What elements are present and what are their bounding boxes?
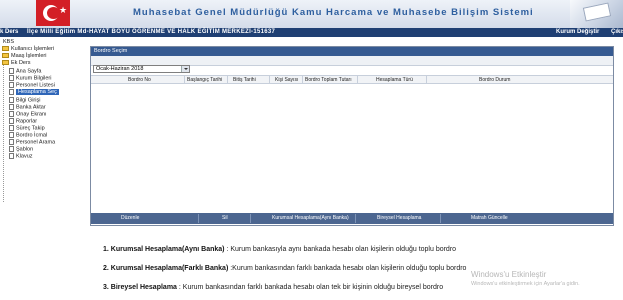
module-name: k Ders (0, 29, 19, 35)
bordro-secim-panel: Bordro Seçim Ocak-Haziran 2018 Bordro No… (90, 46, 614, 226)
column-header-bitis-tarihi[interactable]: Bitiş Tarihi (233, 76, 256, 84)
sidebar-item-label: Onay Ekranı (16, 111, 47, 118)
app-title: Muhasebat Genel Müdürlüğü Kamu Harcama v… (133, 7, 534, 18)
page-icon (9, 139, 14, 145)
change-institution-link[interactable]: Kurum Değiştir (556, 28, 599, 37)
edit-button[interactable]: Düzenle (121, 213, 139, 224)
description-item: 3. Bireysel Hesaplama : Kurum bankasında… (103, 284, 443, 291)
button-divider (198, 214, 199, 223)
description-text: : Kurum bankasından farklı bankada hesab… (176, 284, 444, 291)
sidebar-item-label: Personel Listesi (16, 82, 55, 89)
page-icon (9, 75, 14, 81)
column-divider (269, 76, 270, 84)
panel-title: Bordro Seçim (94, 48, 128, 54)
column-divider (302, 76, 303, 84)
description-label: 1. Kurumsal Hesaplama(Aynı Banka) (103, 246, 225, 253)
sidebar-item-label: Bordro İcmal (16, 132, 48, 139)
column-divider (426, 76, 427, 84)
column-header-kisi-sayisi[interactable]: Kişi Sayısı (275, 76, 298, 84)
column-header-bordro-durum[interactable]: Bordro Durum (479, 76, 510, 84)
header-decoration-image (570, 0, 623, 28)
turkish-flag-logo: ★ (36, 0, 70, 26)
logout-link[interactable]: Çıkış (611, 28, 623, 37)
page-icon (9, 97, 14, 103)
description-item: 1. Kurumsal Hesaplama(Aynı Banka) : Kuru… (103, 246, 456, 253)
page-icon (9, 104, 14, 110)
page-icon (9, 111, 14, 117)
delete-button[interactable]: Sil (222, 213, 228, 224)
grid-header: Bordro No Başlangıç Tarihi Bitiş Tarihi … (91, 75, 613, 84)
activation-watermark-text: Windows'u etkinleştirmek için Ayarlar'a … (471, 281, 580, 287)
grid-body (91, 84, 613, 212)
page-icon (9, 118, 14, 124)
star-icon: ★ (59, 5, 68, 15)
sidebar-item-label-selected: Hesaplama Seç (16, 89, 59, 96)
sidebar-item-hesaplama-sec[interactable]: Hesaplama Seç (9, 89, 59, 96)
description-label: 3. Bireysel Hesaplama (103, 284, 177, 291)
button-divider (250, 214, 251, 223)
sidebar-item-label: Bilgi Girişi (16, 97, 41, 104)
period-select-value: Ocak-Haziran 2018 (96, 66, 144, 72)
column-header-baslangic-tarihi[interactable]: Başlangıç Tarihi (187, 76, 222, 84)
column-divider (184, 76, 185, 84)
folder-kullanici-islemleri[interactable]: Kullanıcı İşlemleri (2, 46, 54, 53)
sidebar-item-label: Süreç Takip (16, 125, 45, 132)
panel-header: Bordro Seçim (91, 47, 613, 56)
sidebar-item-label: Kurum Bilgileri (16, 75, 52, 82)
sidebar-item-label: Personel Arama (16, 139, 56, 146)
page-icon (9, 125, 14, 131)
sidebar-item-label: Raporlar (16, 118, 38, 125)
header-banner: ★ Muhasebat Genel Müdürlüğü Kamu Harcama… (0, 0, 623, 28)
page-icon (9, 146, 14, 152)
kurumsal-hesaplama-button[interactable]: Kurumsal Hesaplama(Aynı Banka) (272, 213, 349, 224)
sidebar-item-label: Banka Aktar (16, 104, 46, 111)
folder-label: Kullanıcı İşlemleri (11, 46, 55, 52)
folder-maas-islemleri[interactable]: Maaş İşlemleri (2, 53, 46, 60)
description-item: 2. Kurumsal Hesaplama(Farklı Banka) :Kur… (103, 265, 466, 272)
folder-open-icon (2, 60, 9, 66)
bireysel-hesaplama-button[interactable]: Bireysel Hesaplama (377, 213, 421, 224)
folder-ek-ders[interactable]: Ek Ders (2, 60, 31, 67)
sidebar-item-label: Klavuz (16, 153, 33, 160)
sidebar-item-label: Ana Sayfa (16, 68, 42, 75)
column-divider (227, 76, 228, 84)
page-icon (9, 82, 14, 88)
sidebar-item-klavuz[interactable]: Klavuz (9, 153, 33, 160)
page-icon (9, 68, 14, 74)
sidebar-item-label: Şablon (16, 146, 34, 153)
column-header-hesaplama-turu[interactable]: Hesaplama Türü (376, 76, 413, 84)
column-header-bordro-no[interactable]: Bordro No (128, 76, 151, 84)
period-select[interactable]: Ocak-Haziran 2018 (93, 65, 190, 73)
button-divider (440, 214, 441, 223)
panel-footer-toolbar: Düzenle Sil Kurumsal Hesaplama(Aynı Bank… (91, 213, 613, 224)
institution-name: İlçe Milli Eğitim Md-HAYAT BOYU ÖĞRENME … (27, 29, 276, 35)
tree-connector (3, 62, 4, 202)
folder-label: Ek Ders (11, 60, 31, 66)
tree-root: KBS (3, 39, 15, 45)
page-icon (9, 89, 14, 95)
activation-watermark-title: Windows'u Etkinleştir (471, 270, 547, 279)
description-text: : Kurum bankasıyla aynı bankada hesabı o… (224, 246, 457, 253)
description-label: 2. Kurumsal Hesaplama(Farklı Banka) (103, 265, 229, 272)
folder-label: Maaş İşlemleri (11, 53, 47, 59)
info-bar: k Ders İlçe Milli Eğitim Md-HAYAT BOYU Ö… (0, 28, 623, 37)
page-icon (9, 132, 14, 138)
description-text: :Kurum bankasından farklı bankada hesabı… (228, 265, 467, 272)
matrah-guncelle-button[interactable]: Matrah Güncelle (471, 213, 508, 224)
button-divider (355, 214, 356, 223)
column-header-bordro-toplam-tutari[interactable]: Bordro Toplam Tutarı (305, 76, 352, 84)
folder-icon (2, 46, 9, 52)
folder-icon (2, 53, 9, 59)
card-icon (582, 2, 612, 22)
sidebar-tree: KBS Kullanıcı İşlemleri Maaş İşlemleri E… (0, 38, 88, 202)
chevron-down-icon[interactable] (181, 66, 189, 72)
page-icon (9, 153, 14, 159)
column-divider (357, 76, 358, 84)
